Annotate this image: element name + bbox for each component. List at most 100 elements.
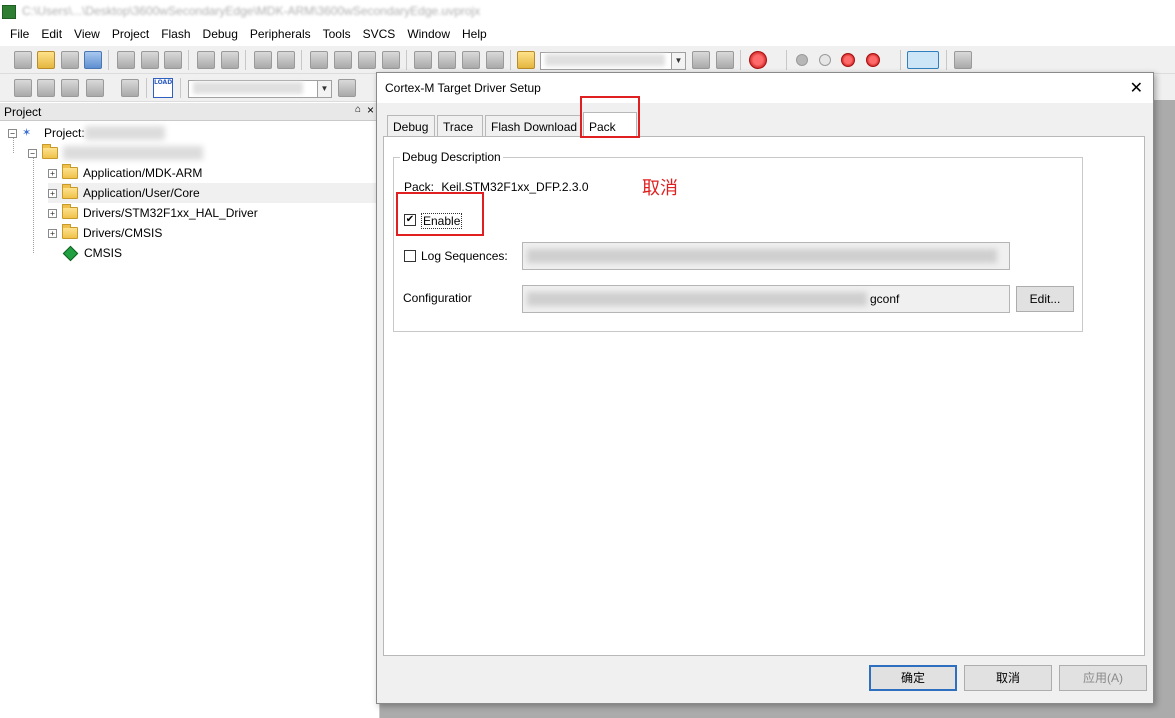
undo-icon[interactable]	[197, 51, 215, 69]
tree-group-1[interactable]: + Application/User/Core	[48, 183, 380, 203]
batch-build-icon[interactable]	[86, 79, 104, 97]
stop-build-icon[interactable]	[121, 79, 139, 97]
log-sequences-field[interactable]	[522, 242, 1010, 270]
chevron-down-icon[interactable]: ▼	[317, 81, 331, 97]
nav-forward-icon[interactable]	[277, 51, 295, 69]
tree-group-0[interactable]: + Application/MDK-ARM	[48, 163, 202, 183]
collapse-icon[interactable]: −	[28, 148, 37, 158]
folder-icon	[62, 164, 78, 179]
menu-view[interactable]: View	[68, 24, 106, 44]
bookmark-next-icon[interactable]	[358, 51, 376, 69]
find-combo[interactable]: ▼	[540, 52, 686, 70]
save-all-icon[interactable]	[84, 51, 102, 69]
tree-item-label: Drivers/CMSIS	[83, 226, 163, 240]
menu-flash[interactable]: Flash	[155, 24, 196, 44]
edit-button[interactable]: Edit...	[1016, 286, 1074, 312]
expand-icon[interactable]: +	[48, 168, 57, 178]
annotation-pack-tab-box	[580, 96, 640, 138]
bookmark-clear-icon[interactable]	[382, 51, 400, 69]
breakpoint-disable-icon[interactable]	[819, 54, 831, 66]
dialog-title: Cortex-M Target Driver Setup	[385, 81, 541, 95]
uncomment-icon[interactable]	[486, 51, 504, 69]
window-layout-icon[interactable]	[907, 51, 939, 69]
target-options-icon[interactable]	[338, 79, 356, 97]
new-file-icon[interactable]	[14, 51, 32, 69]
window-titlebar: C:\Users\...\Desktop\3600wSecondaryEdge\…	[0, 0, 1175, 24]
tree-root-project[interactable]: − ✶ Project:	[8, 123, 165, 143]
pin-icon[interactable]: ⌂	[355, 104, 361, 115]
project-root-label: Project:	[44, 126, 85, 140]
target-folder-icon	[42, 144, 58, 159]
tree-item-label: Drivers/STM32F1xx_HAL_Driver	[83, 206, 258, 220]
expand-icon[interactable]: +	[48, 228, 57, 238]
menu-svcs[interactable]: SVCS	[357, 24, 402, 44]
translate-icon[interactable]	[14, 79, 32, 97]
build-icon[interactable]	[37, 79, 55, 97]
toolbar-separator	[108, 50, 109, 70]
log-sequences-checkbox[interactable]	[404, 250, 416, 262]
menu-project[interactable]: Project	[106, 24, 155, 44]
tree-group-2[interactable]: + Drivers/STM32F1xx_HAL_Driver	[48, 203, 258, 223]
find-combo-value	[545, 54, 665, 66]
find-icon[interactable]	[692, 51, 710, 69]
tree-group-3[interactable]: + Drivers/CMSIS	[48, 223, 162, 243]
folder-icon	[62, 184, 78, 199]
bookmark-icon[interactable]	[310, 51, 328, 69]
target-select[interactable]: ▼	[188, 80, 332, 98]
tree-item-label: CMSIS	[84, 246, 123, 260]
redo-icon[interactable]	[221, 51, 239, 69]
tab-debug[interactable]: Debug	[387, 115, 435, 137]
tree-item-label: Application/User/Core	[83, 186, 200, 200]
toolbar-separator	[900, 50, 901, 70]
breakpoint-insert-icon[interactable]	[796, 54, 808, 66]
indent-icon[interactable]	[414, 51, 432, 69]
paste-icon[interactable]	[164, 51, 182, 69]
menu-help[interactable]: Help	[456, 24, 493, 44]
comment-icon[interactable]	[462, 51, 480, 69]
find-in-files-icon[interactable]	[517, 51, 535, 69]
menu-window[interactable]: Window	[401, 24, 456, 44]
tree-target[interactable]: −	[28, 143, 203, 163]
configuration-field[interactable]: gconf	[522, 285, 1010, 313]
load-download-icon[interactable]: LOAD	[153, 78, 173, 98]
chevron-down-icon[interactable]: ▼	[671, 53, 685, 69]
debug-session-icon[interactable]	[749, 51, 767, 69]
expand-icon[interactable]: +	[48, 188, 57, 198]
folder-icon	[62, 204, 78, 219]
project-name-blurred	[84, 126, 165, 140]
tab-trace[interactable]: Trace	[437, 115, 483, 137]
cut-icon[interactable]	[117, 51, 135, 69]
toolbar-separator	[180, 78, 181, 98]
save-icon[interactable]	[61, 51, 79, 69]
menu-edit[interactable]: Edit	[35, 24, 68, 44]
menu-debug[interactable]: Debug	[197, 24, 244, 44]
nav-back-icon[interactable]	[254, 51, 272, 69]
configure-tools-icon[interactable]	[954, 51, 972, 69]
breakpoint-kill-all-icon[interactable]	[866, 53, 880, 67]
apply-button[interactable]: 应用(A)	[1059, 665, 1147, 691]
workspace-background	[380, 704, 1175, 718]
toolbar-file: ▼	[0, 46, 1175, 74]
collapse-icon[interactable]: −	[8, 128, 17, 138]
menu-file[interactable]: File	[4, 24, 35, 44]
close-icon[interactable]: ×	[367, 103, 374, 117]
open-file-icon[interactable]	[37, 51, 55, 69]
rebuild-icon[interactable]	[61, 79, 79, 97]
configuration-label: Configuratior	[403, 291, 472, 305]
unindent-icon[interactable]	[438, 51, 456, 69]
menu-peripherals[interactable]: Peripherals	[244, 24, 317, 44]
menu-tools[interactable]: Tools	[317, 24, 357, 44]
tree-item-cmsis[interactable]: CMSIS	[62, 243, 122, 263]
close-icon[interactable]: ✕	[1130, 78, 1143, 97]
tab-flash-download[interactable]: Flash Download	[485, 115, 581, 137]
annotation-cancel-text: 取消	[642, 178, 678, 199]
copy-icon[interactable]	[141, 51, 159, 69]
breakpoint-disable-all-icon[interactable]	[841, 53, 855, 67]
expand-icon[interactable]: +	[48, 208, 57, 218]
bookmark-prev-icon[interactable]	[334, 51, 352, 69]
dialog-titlebar: Cortex-M Target Driver Setup ✕	[377, 73, 1153, 103]
configuration-value-suffix: gconf	[870, 292, 900, 306]
ok-button[interactable]: 确定	[869, 665, 957, 691]
incremental-find-icon[interactable]	[716, 51, 734, 69]
cancel-button[interactable]: 取消	[964, 665, 1052, 691]
